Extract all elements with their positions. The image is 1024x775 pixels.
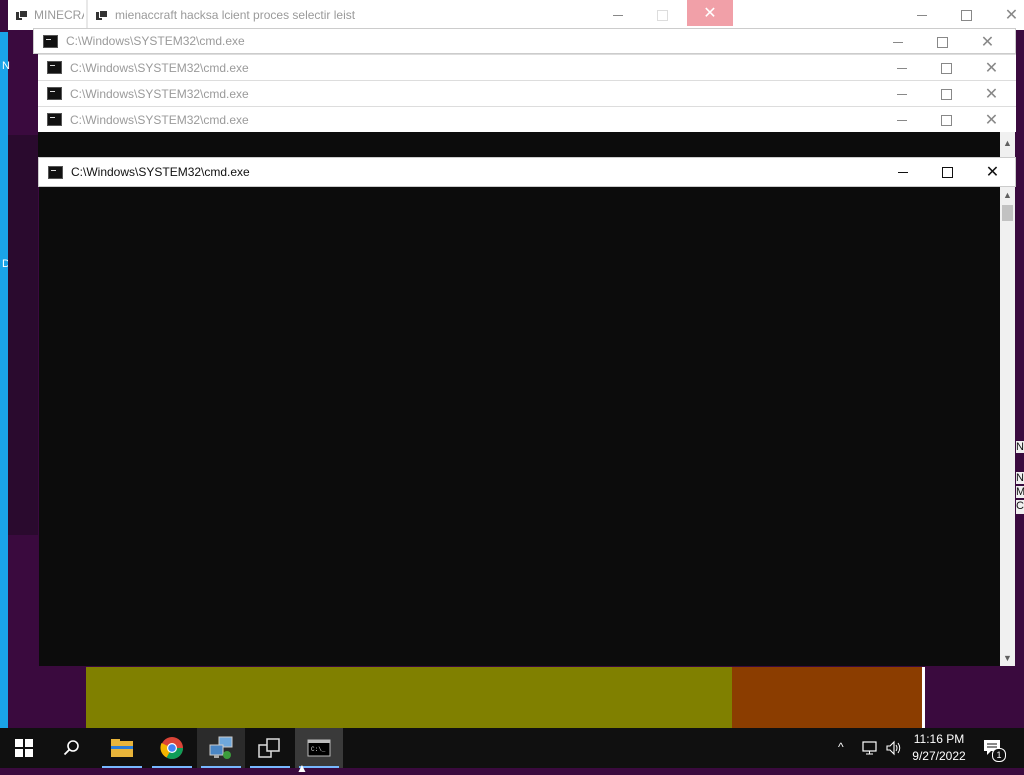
background-window-orange — [732, 667, 922, 728]
background-window-divider — [922, 667, 925, 728]
maximize-button[interactable] — [920, 29, 965, 55]
notification-count-badge: 1 — [992, 748, 1006, 762]
desktop-fragment-text: N — [2, 60, 10, 72]
cmd-window-title: C:\Windows\SYSTEM32\cmd.exe — [70, 60, 249, 75]
cmd-window-titlebar[interactable]: C:\Windows\SYSTEM32\cmd.exe ✕ — [38, 80, 1016, 106]
maximize-button[interactable] — [925, 158, 970, 186]
chrome-button[interactable] — [148, 728, 196, 768]
close-button[interactable]: ✕ — [970, 158, 1015, 186]
folder-icon — [111, 739, 133, 757]
close-button[interactable]: ✕ — [687, 0, 733, 26]
clock-date: 9/27/2022 — [912, 749, 966, 763]
clock-time: 11:16 PM — [913, 732, 965, 746]
console-icon — [43, 34, 58, 48]
task-view-button[interactable] — [246, 728, 294, 768]
windows-logo-icon — [15, 739, 33, 757]
minimize-button[interactable] — [595, 0, 640, 30]
search-icon — [63, 740, 79, 756]
action-center-button[interactable]: 1 — [978, 736, 1008, 762]
maximize-button[interactable] — [924, 81, 969, 107]
mouse-cursor-icon: ▲ — [296, 761, 308, 775]
cmd-window-titlebar[interactable]: C:\Windows\SYSTEM32\cmd.exe ✕ — [38, 54, 1016, 80]
maximize-button[interactable] — [944, 0, 989, 30]
close-button[interactable]: ✕ — [965, 29, 1010, 55]
minimize-button[interactable] — [879, 55, 924, 81]
task-view-icon — [258, 738, 280, 758]
window-fragment-text: N — [1016, 472, 1024, 484]
app-window-icon — [96, 10, 108, 20]
background-window-edge — [8, 135, 38, 535]
scroll-up-button[interactable]: ▲ — [1000, 132, 1015, 157]
window-fragment-text: N — [1016, 441, 1024, 453]
maximize-button[interactable] — [924, 107, 969, 133]
console-icon — [47, 113, 62, 126]
console-icon — [47, 87, 62, 100]
minimize-button[interactable] — [899, 0, 944, 30]
cmd-window-titlebar[interactable]: C:\Windows\SYSTEM32\cmd.exe ✕ — [38, 106, 1016, 132]
volume-icon[interactable] — [885, 740, 903, 756]
desktop-left-strip: N D — [0, 32, 10, 728]
minimize-button[interactable] — [879, 81, 924, 107]
cmd-window-title: C:\Windows\SYSTEM32\cmd.exe — [70, 112, 249, 127]
scroll-down-button[interactable]: ▼ — [1000, 650, 1015, 666]
console-icon — [47, 61, 62, 74]
close-button[interactable]: ✕ — [969, 81, 1014, 107]
console-area — [38, 132, 1000, 157]
minimize-button[interactable] — [875, 29, 920, 55]
scroll-up-button[interactable]: ▲ — [1000, 187, 1015, 203]
close-button[interactable]: ✕ — [969, 55, 1014, 81]
file-explorer-button[interactable] — [98, 728, 146, 768]
app-window-icon — [16, 10, 28, 20]
console-output[interactable] — [39, 187, 1000, 666]
svg-text:C:\_: C:\_ — [311, 746, 326, 753]
scroll-thumb[interactable] — [1002, 205, 1013, 221]
cmd-window-title: C:\Windows\SYSTEM32\cmd.exe — [71, 165, 250, 179]
minecraft-window-title: MINECRA — [34, 8, 84, 22]
taskbar: C:\_ ▲ ^ 1 — [0, 728, 1024, 775]
start-button[interactable] — [0, 728, 48, 768]
close-button[interactable]: ✕ — [989, 0, 1024, 30]
search-button[interactable] — [48, 728, 96, 768]
window-overlap-edge — [86, 0, 88, 30]
close-button[interactable]: ✕ — [969, 107, 1014, 133]
console-icon — [48, 165, 63, 179]
window-fragment-text: CF — [1016, 500, 1024, 514]
network-computers-icon — [209, 736, 233, 759]
hacks-window-titlebar[interactable]: MINECRA mienaccraft hacksa lcient proces… — [8, 0, 1024, 30]
minimize-button[interactable] — [879, 107, 924, 133]
cmd-window-titlebar[interactable]: C:\Windows\SYSTEM32\cmd.exe ✕ — [33, 28, 1016, 54]
network-app-button[interactable] — [197, 728, 245, 768]
window-fragment-text: M — [1016, 486, 1024, 498]
cmd-icon: C:\_ — [307, 739, 331, 757]
taskbar-clock[interactable]: 11:16 PM 9/27/2022 — [904, 731, 974, 765]
maximize-button[interactable] — [924, 55, 969, 81]
active-cmd-window-titlebar[interactable]: C:\Windows\SYSTEM32\cmd.exe ✕ — [38, 157, 1016, 187]
cmd-window-title: C:\Windows\SYSTEM32\cmd.exe — [66, 34, 245, 48]
maximize-button[interactable] — [640, 0, 685, 30]
network-icon[interactable] — [862, 740, 880, 756]
cmd-window-title: C:\Windows\SYSTEM32\cmd.exe — [70, 86, 249, 101]
hacks-window-title: mienaccraft hacksa lcient proces selecti… — [115, 8, 356, 22]
chrome-icon — [160, 737, 183, 759]
show-hidden-icons-button[interactable]: ^ — [838, 740, 844, 754]
console-scrollbar[interactable]: ▲ ▼ — [1000, 187, 1015, 666]
background-window-olive — [86, 667, 732, 728]
minimize-button[interactable] — [880, 158, 925, 186]
